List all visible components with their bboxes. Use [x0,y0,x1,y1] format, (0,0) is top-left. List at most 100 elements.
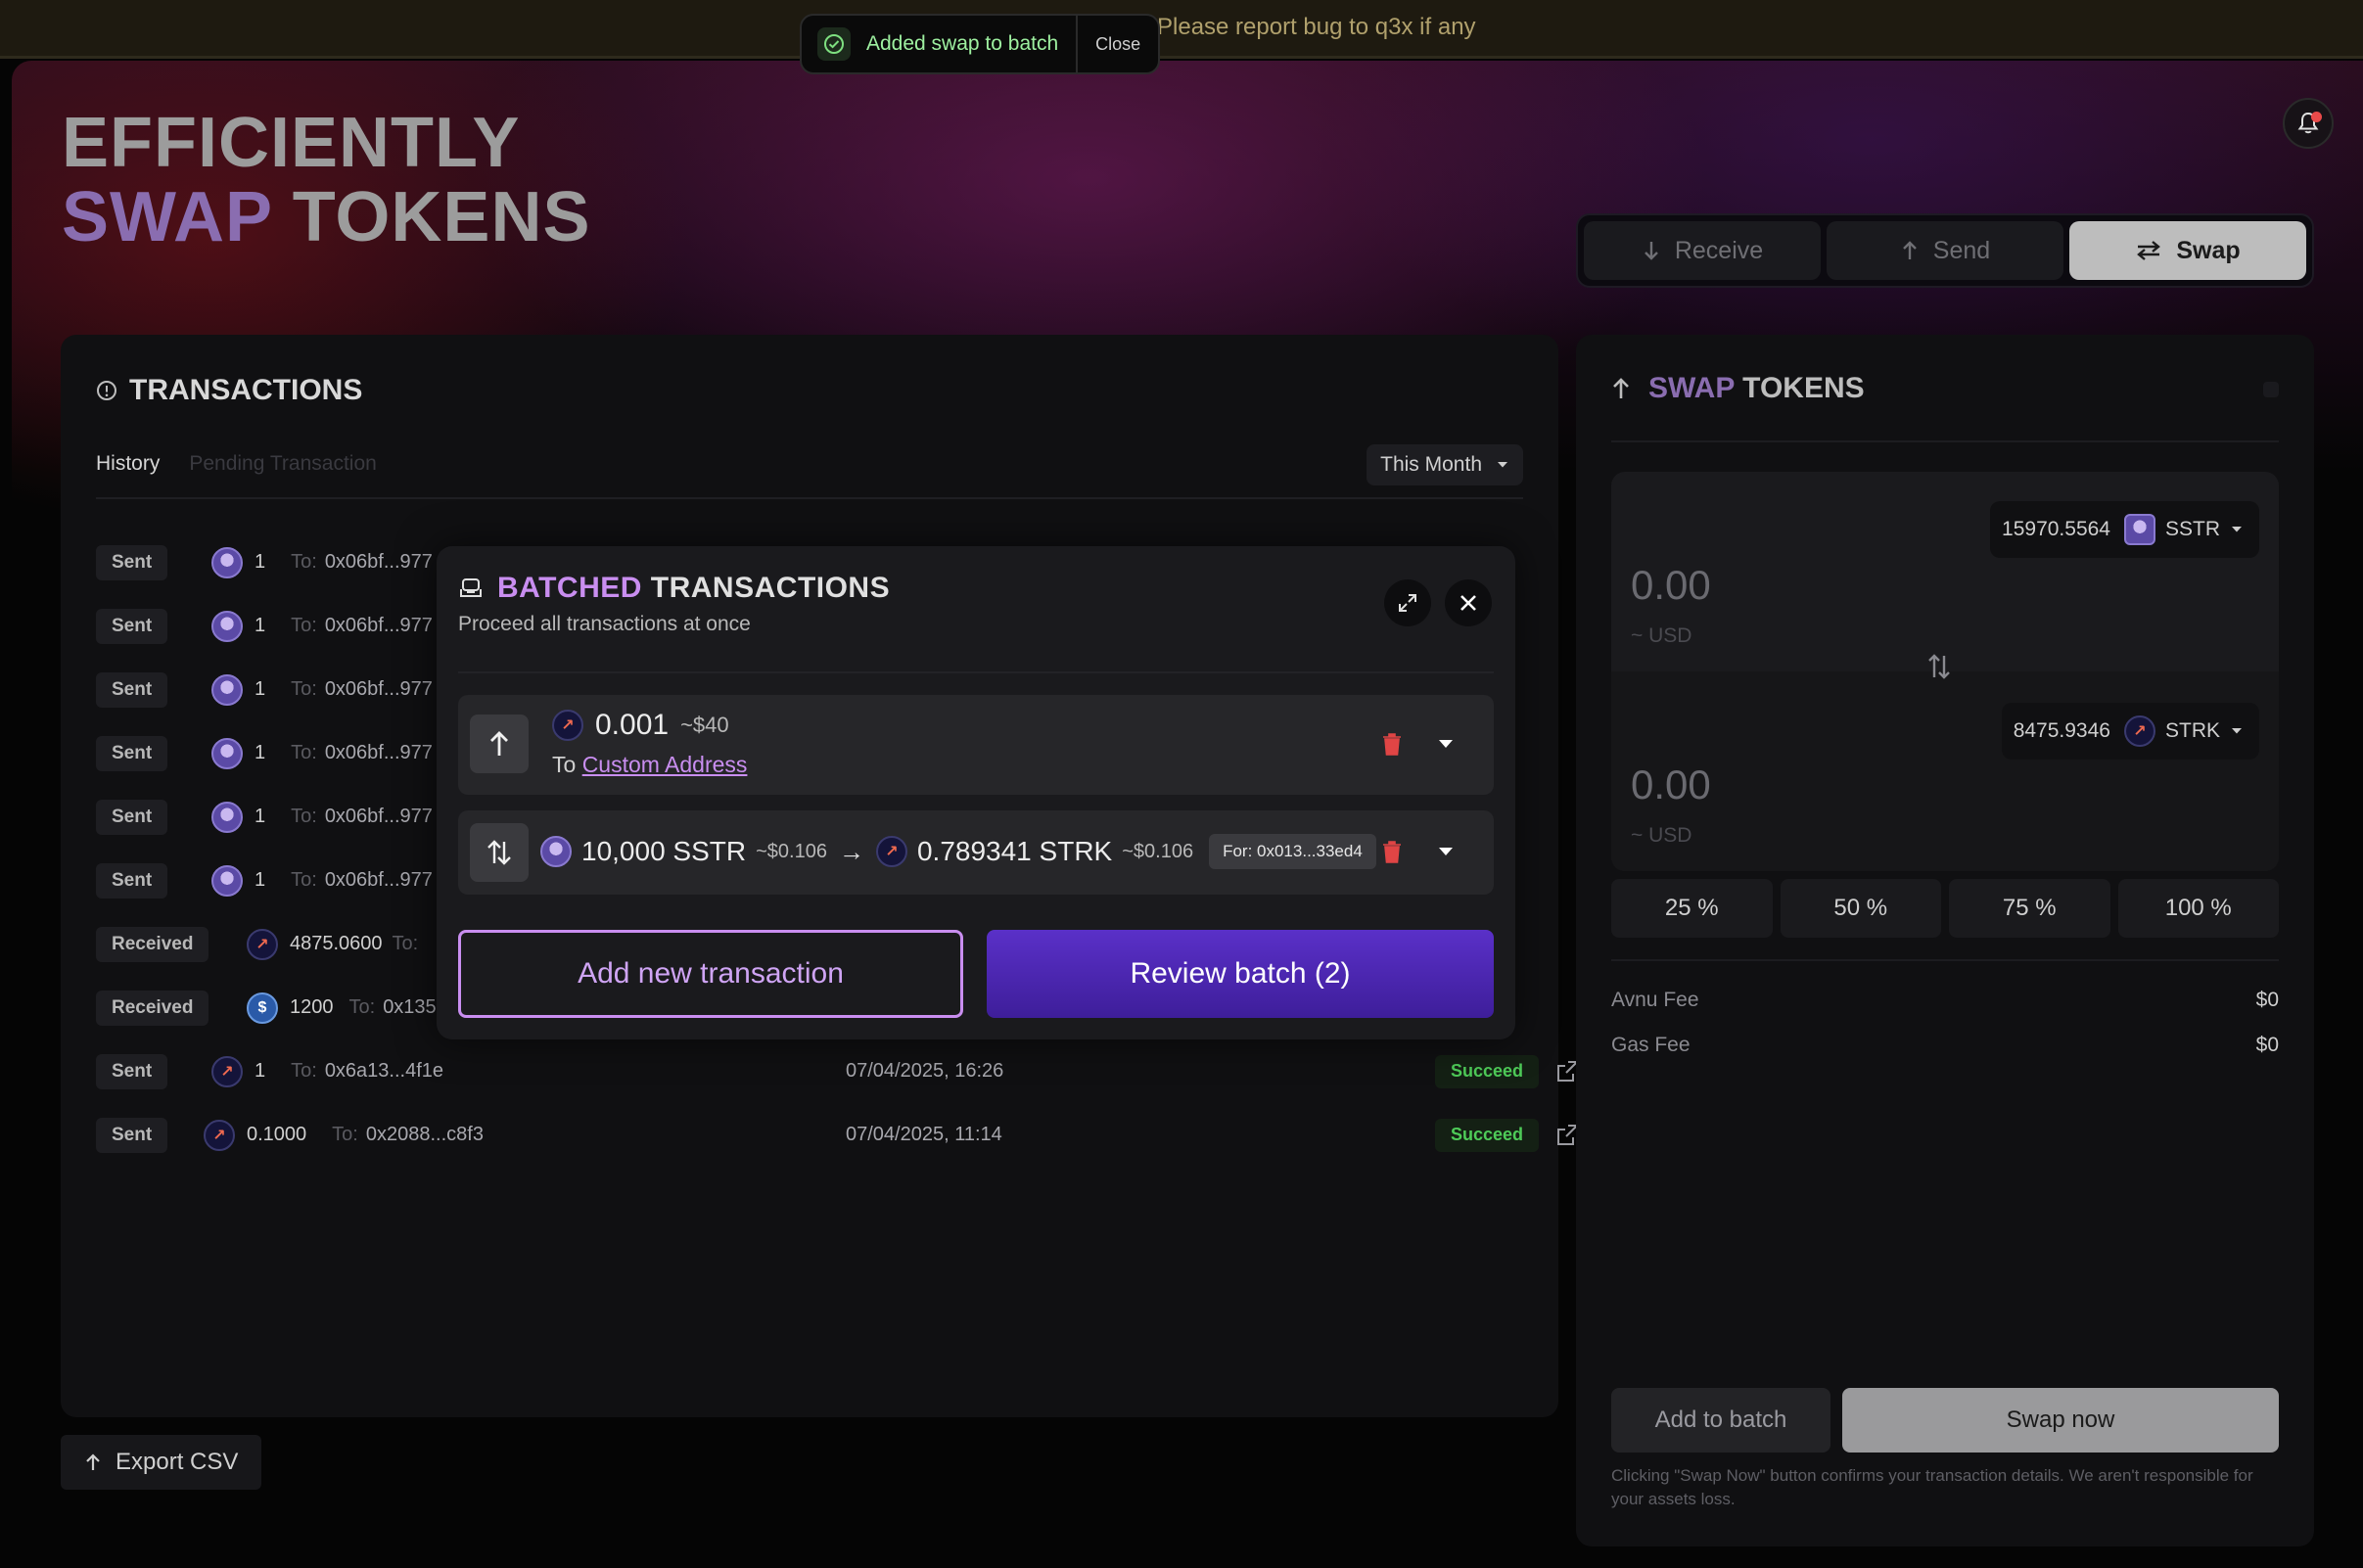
percent-25-button[interactable]: 25 % [1611,879,1773,938]
expand-icon [1399,594,1416,612]
swap-vertical-icon [487,840,511,865]
tx-to-label: To: [291,615,317,636]
tx-to-label: To: [291,678,317,700]
arrow-up-icon [1613,378,1629,398]
percent-75-button[interactable]: 75 % [1949,879,2110,938]
from-token-select[interactable]: 15970.5564 SSTR [1990,501,2259,558]
period-filter-select[interactable]: This Month [1367,444,1523,485]
tx-to-address: 0x06bf...977 [324,742,433,763]
swap-to-amount: 0.789341 STRK [916,836,1113,866]
table-row[interactable]: Sent ↗ 0.1000 To: 0x2088...c8f3 07/04/20… [96,1103,1578,1167]
sstr-token-icon [211,610,243,642]
tx-amount: 1 [255,869,266,891]
tx-amount: 4875.0600 [290,933,383,954]
swap-input-box: 15970.5564 SSTR 0.00 ~ USD 8475.9346 ↗ S… [1611,472,2279,871]
expand-button[interactable] [1384,579,1431,626]
status-badge: Succeed [1435,1118,1540,1152]
send-type-box [470,715,529,773]
divider [458,671,1494,673]
tab-pending-transaction[interactable]: Pending Transaction [189,452,376,476]
tx-token-cell: 1 To: 0x06bf...977 [211,737,433,769]
from-token-symbol: SSTR [2164,518,2220,540]
tab-history[interactable]: History [96,452,160,476]
to-token-symbol: STRK [2164,719,2220,742]
percent-50-button[interactable]: 50 % [1780,879,1941,938]
add-new-transaction-button[interactable]: Add new transaction [458,930,963,1018]
tab-receive[interactable]: Receive [1584,221,1821,280]
tx-token-cell: 1 To: 0x06bf...977 [211,546,433,578]
strk-token-icon: ↗ [875,836,907,867]
tx-type-badge: Sent [96,1053,168,1089]
tx-token-cell: 1 To: 0x06bf...977 [211,864,433,897]
send-amount-row: ↗ 0.001 ~$40 [552,709,729,742]
trash-icon[interactable] [1380,730,1404,758]
tx-type-badge: Sent [96,544,168,580]
tab-send[interactable]: Send [1827,221,2063,280]
tx-type-badge: Sent [96,735,168,771]
swap-now-button[interactable]: Swap now [1842,1388,2279,1453]
custom-address-link[interactable]: Custom Address [582,752,748,777]
tx-type-badge: Received [96,926,209,962]
to-token-select[interactable]: 8475.9346 ↗ STRK [2001,703,2259,760]
tx-type-badge: Sent [96,799,168,835]
batch-item-swap[interactable]: 10,000 SSTR ~$0.106 → ↗ 0.789341 STRK ~$… [458,810,1494,895]
swap-title-accent: SWAP [1648,372,1735,404]
tx-type-badge: Sent [96,671,168,708]
sstr-token-icon [211,673,243,706]
toast-close-button[interactable]: Close [1076,16,1158,72]
swap-tokens-panel: SWAP TOKENS 15970.5564 SSTR 0.00 ~ USD 8… [1576,335,2314,1546]
caret-down-icon [2232,728,2242,734]
settings-dot[interactable] [2263,382,2279,397]
tab-send-label: Send [1932,236,1991,264]
chevron-down-icon[interactable] [1437,738,1455,750]
tx-token-cell: ↗ 1 To: 0x6a13...4f1e [211,1055,443,1087]
chevron-down-icon[interactable] [1437,846,1455,857]
tx-to-address: 0x06bf...977 [324,678,433,700]
title-line-1: EFFICIENTLY [62,104,521,182]
send-amount: 0.001 [595,709,670,741]
add-to-batch-button[interactable]: Add to batch [1611,1388,1830,1453]
fee-row: Avnu Fee $0 [1611,989,2279,1012]
tab-swap-label: Swap [2176,236,2241,264]
swap-from-usd: ~$0.106 [756,840,827,862]
swap-direction-icon[interactable] [1926,652,1952,681]
close-icon [1460,595,1476,611]
arrow-up-icon [490,731,508,756]
modal-subtitle: Proceed all transactions at once [458,613,751,635]
swap-route-arrow: → [838,836,864,866]
percent-100-button[interactable]: 100 % [2117,879,2279,938]
trash-icon[interactable] [1380,838,1404,865]
table-row[interactable]: Sent ↗ 1 To: 0x6a13...4f1e 07/04/2025, 1… [96,1039,1578,1103]
disclaimer-text: Clicking "Swap Now" button confirms your… [1611,1466,2253,1508]
tx-to-address: 0x2088...c8f3 [365,1124,484,1145]
review-batch-button[interactable]: Review batch (2) [987,930,1494,1018]
from-amount-input[interactable]: 0.00 [1631,562,1711,609]
strk-token-icon: ↗ [204,1119,235,1151]
info-icon [97,381,116,400]
notification-dot [2311,112,2322,122]
export-csv-button[interactable]: Export CSV [61,1435,262,1490]
tx-to-label: To: [291,869,317,891]
tab-swap[interactable]: Swap [2069,221,2306,280]
batch-item-send[interactable]: ↗ 0.001 ~$40 To Custom Address [458,695,1494,795]
swap-header: SWAP TOKENS [1611,372,1865,405]
tx-amount: 0.1000 [247,1124,307,1145]
send-to-line: To Custom Address [552,752,747,778]
strk-token-icon: ↗ [211,1055,243,1087]
period-filter-value: This Month [1380,453,1482,476]
tx-to-label: To: [291,551,317,573]
to-token-pill: ↗ STRK [2123,715,2244,747]
strk-token-icon: ↗ [247,928,278,960]
modal-close-button[interactable] [1445,579,1492,626]
tx-type-badge: Sent [96,1117,168,1153]
tx-amount: 1 [255,806,266,827]
bug-report-text: Please report bug to q3x if any [1157,14,1476,40]
send-to-prefix: To [552,752,577,777]
toast-message: Added swap to batch [866,32,1059,55]
from-token-pill: SSTR [2123,514,2244,545]
to-usd-value: ~ USD [1631,824,1692,847]
fee-label: Avnu Fee [1611,989,1699,1011]
modal-title-rest: TRANSACTIONS [650,572,891,604]
arrow-up-icon [1902,241,1917,259]
notification-bell-button[interactable] [2283,98,2334,149]
